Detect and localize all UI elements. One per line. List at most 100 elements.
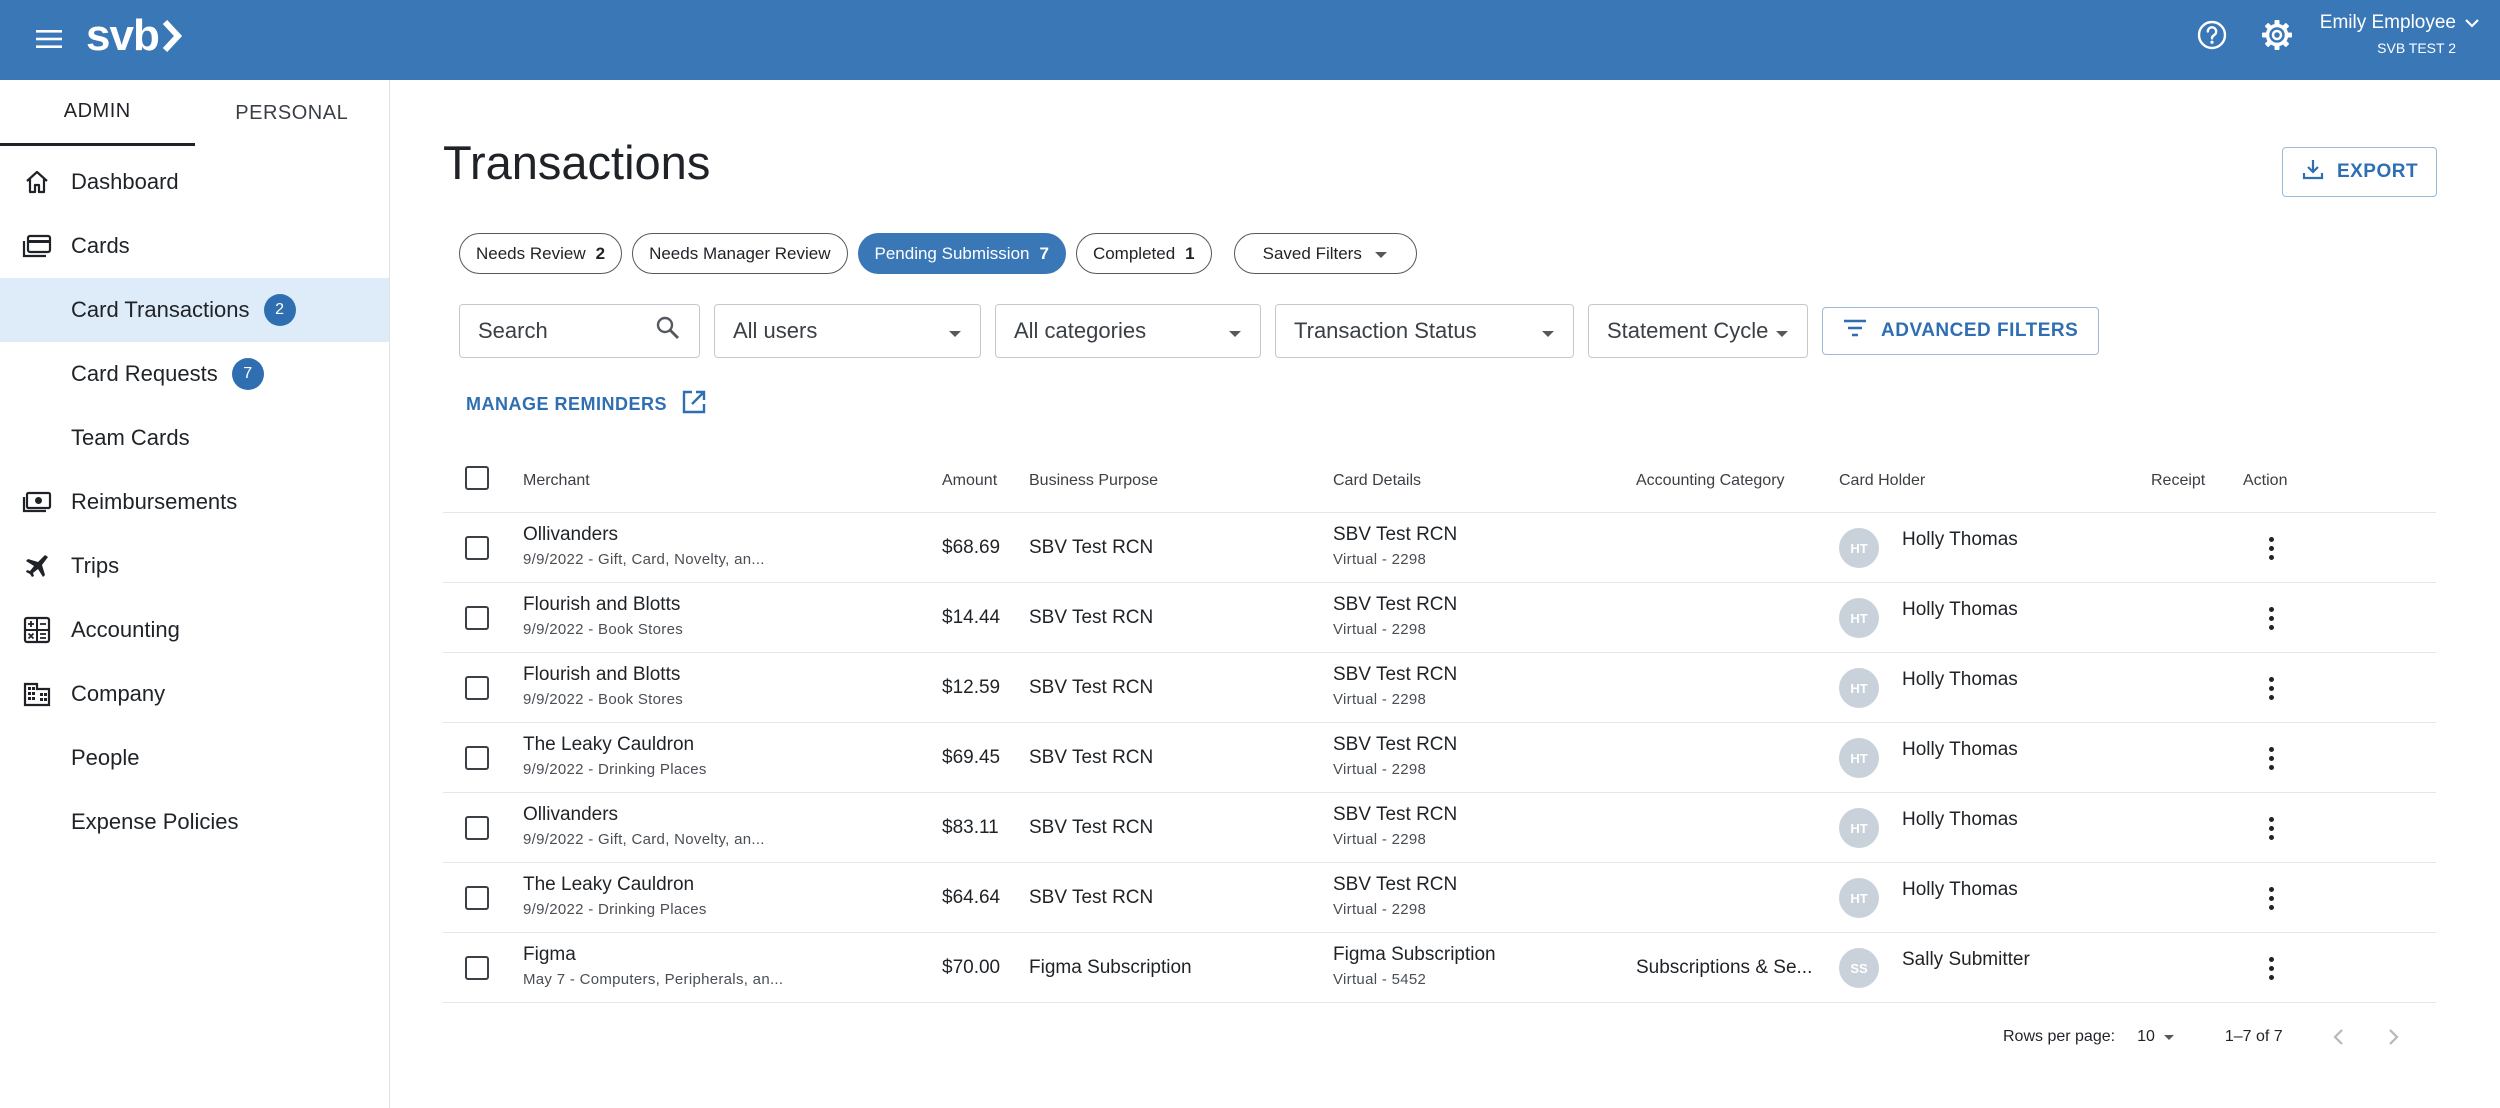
search-input[interactable]: Search xyxy=(459,304,700,358)
card-holder-name: Holly Thomas xyxy=(1902,879,2018,900)
merchant-name: The Leaky Cauldron xyxy=(523,734,695,755)
users-select[interactable]: All users xyxy=(714,304,981,358)
sidebar-item-accounting[interactable]: Accounting xyxy=(0,598,389,662)
tab-admin[interactable]: ADMIN xyxy=(0,80,195,146)
cash-icon xyxy=(22,488,52,516)
hamburger-menu-icon[interactable] xyxy=(34,22,64,56)
card-virtual-number: Virtual - 2298 xyxy=(1333,831,1427,848)
avatar: SS xyxy=(1839,948,1879,988)
table-row[interactable]: The Leaky Cauldron 9/9/2022 - Drinking Pl… xyxy=(443,723,2436,793)
sidebar-item-cards[interactable]: Cards xyxy=(0,214,389,278)
table-header: Merchant Amount Business Purpose Card De… xyxy=(443,450,2436,513)
tab-personal[interactable]: PERSONAL xyxy=(195,80,390,146)
categories-select[interactable]: All categories xyxy=(995,304,1261,358)
sidebar-item-people[interactable]: People xyxy=(0,726,389,790)
chip-label: Completed xyxy=(1092,243,1176,263)
chip-needs-manager-review[interactable]: Needs Manager Review xyxy=(632,233,848,274)
merchant-cell: The Leaky Cauldron 9/9/2022 - Drinking Pl… xyxy=(523,734,707,778)
manage-reminders-link[interactable]: MANAGE REMINDERS xyxy=(466,389,707,420)
column-header-merchant[interactable]: Merchant xyxy=(523,472,590,490)
row-checkbox[interactable] xyxy=(465,536,489,560)
more-actions-kebab-icon[interactable] xyxy=(2256,808,2286,848)
row-checkbox[interactable] xyxy=(465,746,489,770)
sidebar-item-company[interactable]: Company xyxy=(0,662,389,726)
merchant-meta: 9/9/2022 - Drinking Places xyxy=(523,761,707,778)
column-header-business-purpose[interactable]: Business Purpose xyxy=(1029,472,1158,490)
row-checkbox[interactable] xyxy=(465,956,489,980)
download-icon xyxy=(2301,157,2325,187)
card-details-cell: Figma Subscription Virtual - 5452 xyxy=(1333,944,1496,988)
column-header-card-holder[interactable]: Card Holder xyxy=(1839,472,1925,490)
more-actions-kebab-icon[interactable] xyxy=(2256,878,2286,918)
caret-down-icon xyxy=(1228,318,1242,344)
more-actions-kebab-icon[interactable] xyxy=(2256,528,2286,568)
user-menu[interactable]: Emily Employee SVB TEST 2 xyxy=(2320,12,2480,56)
merchant-cell: Figma May 7 - Computers, Peripherals, an.… xyxy=(523,944,783,988)
sidebar-item-dashboard[interactable]: Dashboard xyxy=(0,150,389,214)
chip-completed[interactable]: Completed 1 xyxy=(1075,233,1212,274)
sidebar-item-label: Card Requests xyxy=(71,361,218,386)
chip-pending-submission[interactable]: Pending Submission 7 xyxy=(857,233,1066,274)
more-actions-kebab-icon[interactable] xyxy=(2256,598,2286,638)
card-holder-name: Holly Thomas xyxy=(1902,669,2018,690)
advanced-filters-button[interactable]: ADVANCED FILTERS xyxy=(1822,307,2100,355)
column-header-action: Action xyxy=(2243,472,2288,489)
transaction-status-select[interactable]: Transaction Status xyxy=(1275,304,1574,358)
settings-gear-icon[interactable] xyxy=(2260,18,2294,52)
row-checkbox[interactable] xyxy=(465,886,489,910)
row-checkbox[interactable] xyxy=(465,676,489,700)
column-header-accounting-category[interactable]: Accounting Category xyxy=(1636,472,1785,490)
table-row[interactable]: The Leaky Cauldron 9/9/2022 - Drinking Pl… xyxy=(443,863,2436,933)
avatar: HT xyxy=(1839,738,1879,778)
previous-page-chevron-icon[interactable] xyxy=(2323,1022,2353,1052)
table-row[interactable]: Ollivanders 9/9/2022 - Gift, Card, Novelt… xyxy=(443,793,2436,863)
business-purpose-cell: SBV Test RCN xyxy=(1029,677,1154,698)
airplane-icon xyxy=(22,552,52,580)
row-checkbox[interactable] xyxy=(465,816,489,840)
page-title: Transactions xyxy=(443,136,711,189)
rows-per-page-select[interactable]: 10 xyxy=(2137,1028,2175,1046)
table-row[interactable]: Figma May 7 - Computers, Peripherals, an.… xyxy=(443,933,2436,1003)
export-label: EXPORT xyxy=(2336,161,2419,182)
more-actions-kebab-icon[interactable] xyxy=(2256,948,2286,988)
home-icon xyxy=(22,168,52,196)
page-range: 1–7 of 7 xyxy=(2224,1028,2283,1045)
advanced-filters-label: ADVANCED FILTERS xyxy=(1881,320,2079,341)
avatar: HT xyxy=(1839,528,1879,568)
sidebar-item-trips[interactable]: Trips xyxy=(0,534,389,598)
column-header-receipt: Receipt xyxy=(2151,472,2206,489)
table-row[interactable]: Flourish and Blotts 9/9/2022 - Book Store… xyxy=(443,653,2436,723)
more-actions-kebab-icon[interactable] xyxy=(2256,738,2286,778)
card-holder-name: Holly Thomas xyxy=(1902,529,2018,550)
more-actions-kebab-icon[interactable] xyxy=(2256,668,2286,708)
sidebar-item-reimbursements[interactable]: Reimbursements xyxy=(0,470,389,534)
help-icon[interactable] xyxy=(2196,19,2228,51)
brand-logo[interactable]: svb xyxy=(86,8,182,64)
select-all-checkbox[interactable] xyxy=(465,466,489,490)
chip-needs-review[interactable]: Needs Review 2 xyxy=(459,233,623,274)
rows-per-page-label: Rows per page: xyxy=(2003,1028,2116,1045)
card-virtual-number: Virtual - 2298 xyxy=(1333,551,1427,568)
sidebar-item-label: Cards xyxy=(71,233,130,258)
column-header-amount[interactable]: Amount xyxy=(942,472,997,490)
next-page-chevron-icon[interactable] xyxy=(2379,1022,2409,1052)
accounting-category-cell: Subscriptions & Se... xyxy=(1636,957,1813,978)
card-name: SBV Test RCN xyxy=(1333,524,1458,545)
sidebar-item-team-cards[interactable]: Team Cards xyxy=(0,406,389,470)
avatar: HT xyxy=(1839,808,1879,848)
merchant-name: Ollivanders xyxy=(523,524,619,545)
chip-count: 7 xyxy=(1039,243,1049,263)
table-row[interactable]: Ollivanders 9/9/2022 - Gift, Card, Novelt… xyxy=(443,513,2436,583)
export-button[interactable]: EXPORT xyxy=(2282,147,2437,197)
sidebar-item-expense-policies[interactable]: Expense Policies xyxy=(0,790,389,854)
merchant-meta: 9/9/2022 - Book Stores xyxy=(523,621,684,638)
saved-filters-dropdown[interactable]: Saved Filters xyxy=(1233,233,1417,274)
business-purpose-cell: SBV Test RCN xyxy=(1029,887,1154,908)
sidebar-item-card-transactions[interactable]: Card Transactions 2 xyxy=(0,278,389,342)
sidebar-item-label: Dashboard xyxy=(71,169,179,194)
sidebar-item-card-requests[interactable]: Card Requests 7 xyxy=(0,342,389,406)
statement-cycle-select[interactable]: Statement Cycle xyxy=(1588,304,1808,358)
table-row[interactable]: Flourish and Blotts 9/9/2022 - Book Store… xyxy=(443,583,2436,653)
row-checkbox[interactable] xyxy=(465,606,489,630)
column-header-card-details[interactable]: Card Details xyxy=(1333,472,1421,490)
